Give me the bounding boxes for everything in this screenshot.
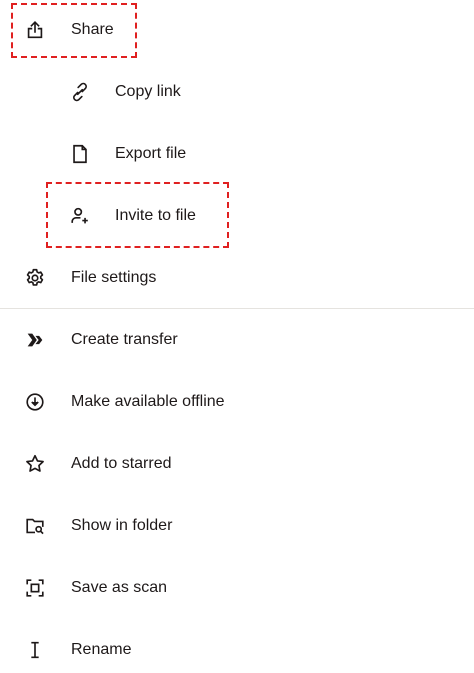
export-file-label: Export file xyxy=(115,145,187,162)
menu-item-show-in-folder[interactable]: Show in folder xyxy=(0,503,474,549)
file-icon xyxy=(69,143,91,165)
add-person-icon xyxy=(69,205,91,227)
create-transfer-label: Create transfer xyxy=(71,331,178,348)
menu-item-create-transfer[interactable]: Create transfer xyxy=(0,317,474,363)
menu-item-rename[interactable]: Rename xyxy=(0,627,474,673)
menu-item-make-available-offline[interactable]: Make available offline xyxy=(0,379,474,425)
transfer-icon xyxy=(24,329,46,351)
menu-item-export-file[interactable]: Export file xyxy=(0,131,474,177)
make-available-offline-label: Make available offline xyxy=(71,393,225,410)
scan-icon xyxy=(24,577,46,599)
share-label: Share xyxy=(71,21,114,38)
menu-item-copy-link[interactable]: Copy link xyxy=(0,69,474,115)
menu-divider xyxy=(0,308,474,309)
add-to-starred-label: Add to starred xyxy=(71,455,172,472)
download-circle-icon xyxy=(24,391,46,413)
save-as-scan-label: Save as scan xyxy=(71,579,168,596)
copy-link-label: Copy link xyxy=(115,83,181,100)
menu-item-invite-to-file[interactable]: Invite to file xyxy=(0,193,474,239)
show-in-folder-label: Show in folder xyxy=(71,517,173,534)
menu-item-save-as-scan[interactable]: Save as scan xyxy=(0,565,474,611)
menu-item-share[interactable]: Share xyxy=(0,7,474,53)
file-settings-label: File settings xyxy=(71,269,157,286)
invite-to-file-label: Invite to file xyxy=(115,207,196,224)
folder-search-icon xyxy=(24,515,46,537)
link-icon xyxy=(69,81,91,103)
star-icon xyxy=(24,453,46,475)
menu-item-file-settings[interactable]: File settings xyxy=(0,255,474,301)
share-icon xyxy=(24,19,46,41)
gear-icon xyxy=(24,267,46,289)
menu-item-add-to-starred[interactable]: Add to starred xyxy=(0,441,474,487)
rename-label: Rename xyxy=(71,641,132,658)
